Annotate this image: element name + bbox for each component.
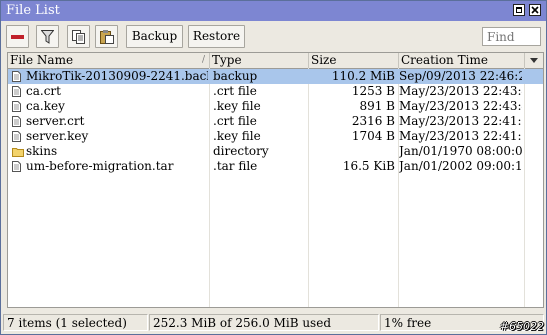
column-header-creation-time[interactable]: Creation Time xyxy=(399,53,525,68)
paste-icon xyxy=(100,30,114,44)
watermark: #65022 xyxy=(499,320,544,333)
folder-icon xyxy=(12,146,24,160)
file-icon xyxy=(12,116,21,130)
minus-icon xyxy=(11,35,24,39)
cell-creation-time: Jan/01/2002 09:00:12 xyxy=(399,159,522,173)
table-row[interactable]: MikroTik-20130909-2241.backup backup 110.2… xyxy=(8,69,543,84)
sort-indicator-icon: / xyxy=(201,55,205,65)
file-icon xyxy=(12,101,21,115)
cell-size: 16.5 KiB xyxy=(342,159,395,173)
close-button[interactable] xyxy=(529,4,541,16)
cell-creation-time: Sep/09/2013 22:46:28 xyxy=(399,69,522,83)
cell-size: 110.2 MiB xyxy=(331,69,395,83)
remove-button[interactable] xyxy=(6,25,29,48)
cell-creation-time: May/23/2013 22:43:47 xyxy=(399,84,522,98)
cell-creation-time: May/23/2013 22:41:23 xyxy=(399,129,522,143)
table-header: File Name / Type Size Creation Time xyxy=(8,53,543,69)
cell-file-name: ca.crt xyxy=(26,84,61,98)
cell-file-name: skins xyxy=(26,144,58,158)
cell-type: .tar file xyxy=(213,159,258,173)
cell-file-name: ca.key xyxy=(26,99,65,113)
column-header-type[interactable]: Type xyxy=(210,53,309,68)
table-row[interactable]: ca.crt .crt file 1253 B May/23/2013 22:43:4… xyxy=(8,84,543,99)
title-bar[interactable]: File List xyxy=(1,1,546,21)
filter-button[interactable] xyxy=(36,25,59,48)
column-chooser-icon[interactable] xyxy=(527,54,541,67)
cell-type: .key file xyxy=(213,99,261,113)
cell-creation-time: May/23/2013 22:41:23 xyxy=(399,114,522,128)
file-list-window: File List Backup Restore File Name / Typ… xyxy=(0,0,547,335)
file-table: File Name / Type Size Creation Time Mikr… xyxy=(7,52,544,308)
backup-button[interactable]: Backup xyxy=(126,25,183,48)
find-input[interactable] xyxy=(482,27,541,46)
table-row[interactable]: server.key .key file 1704 B May/23/2013 22:… xyxy=(8,129,543,144)
cell-type: directory xyxy=(213,144,269,158)
toolbar: Backup Restore xyxy=(1,21,546,52)
copy-icon xyxy=(72,30,85,44)
cell-type: .crt file xyxy=(213,84,257,98)
table-row[interactable]: server.crt .crt file 2316 B May/23/2013 22:… xyxy=(8,114,543,129)
cell-creation-time: Jan/01/1970 08:00:07 xyxy=(399,144,522,158)
table-row[interactable]: skins directory Jan/01/1970 08:00:07 xyxy=(8,144,543,159)
cell-creation-time: May/23/2013 22:43:47 xyxy=(399,99,522,113)
window-title: File List xyxy=(6,3,60,18)
status-disk-usage: 252.3 MiB of 256.0 MiB used xyxy=(149,314,379,331)
status-bar: 7 items (1 selected) 252.3 MiB of 256.0 … xyxy=(1,312,546,332)
cell-type: backup xyxy=(213,69,258,83)
file-icon xyxy=(12,161,21,175)
paste-button[interactable] xyxy=(95,25,118,48)
close-icon xyxy=(531,6,539,14)
cell-size: 2316 B xyxy=(351,114,395,128)
file-icon xyxy=(12,71,21,85)
cell-size xyxy=(309,144,395,159)
cell-type: .crt file xyxy=(213,114,257,128)
file-icon xyxy=(12,131,21,145)
table-row[interactable]: um-before-migration.tar .tar file 16.5 KiB… xyxy=(8,159,543,174)
cell-file-name: server.key xyxy=(26,129,89,143)
status-item-count: 7 items (1 selected) xyxy=(3,314,148,331)
cell-size: 1253 B xyxy=(351,84,395,98)
cell-type: .key file xyxy=(213,129,261,143)
file-icon xyxy=(12,86,21,100)
cell-file-name: server.crt xyxy=(26,114,85,128)
filter-icon xyxy=(41,30,54,44)
column-header-size[interactable]: Size xyxy=(309,53,399,68)
table-row[interactable]: ca.key .key file 891 B May/23/2013 22:43:47 xyxy=(8,99,543,114)
maximize-button[interactable] xyxy=(513,4,525,16)
cell-file-name: MikroTik-20130909-2241.backup xyxy=(26,69,208,83)
cell-size: 1704 B xyxy=(351,129,395,143)
cell-file-name: um-before-migration.tar xyxy=(26,159,174,173)
cell-size: 891 B xyxy=(359,99,395,113)
copy-button[interactable] xyxy=(67,25,90,48)
restore-button[interactable]: Restore xyxy=(188,25,245,48)
column-header-file-name[interactable]: File Name / xyxy=(8,53,210,68)
